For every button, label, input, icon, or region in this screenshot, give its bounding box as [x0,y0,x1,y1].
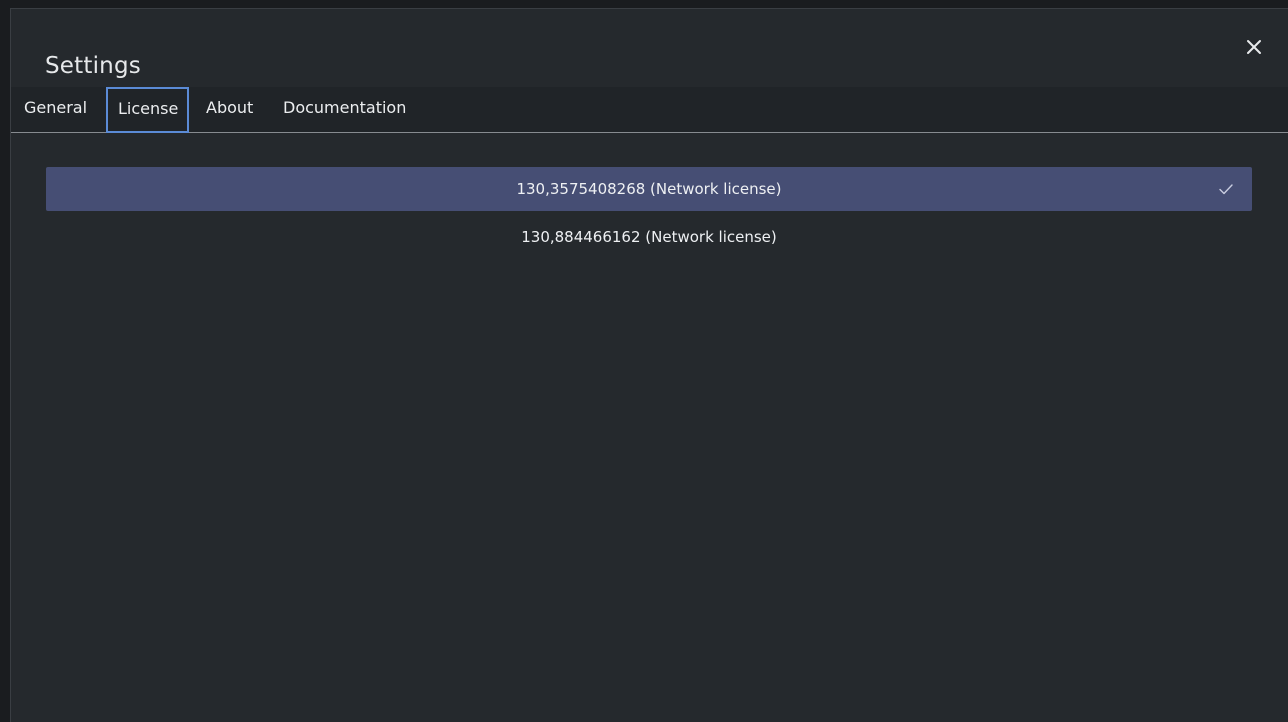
close-icon [1247,40,1261,54]
close-button[interactable] [1242,35,1266,59]
license-item-2[interactable]: 130,884466162 (Network license) [46,215,1252,259]
settings-dialog: Settings General License About Documenta… [10,8,1288,722]
tab-documentation[interactable]: Documentation [274,87,414,133]
license-list: 130,3575408268 (Network license) 130,884… [46,167,1252,263]
license-item-1[interactable]: 130,3575408268 (Network license) [46,167,1252,211]
tab-bar: General License About Documentation [11,87,1288,133]
tab-license[interactable]: License [106,87,190,133]
license-item-label: 130,884466162 (Network license) [521,228,777,246]
tab-general[interactable]: General [14,87,96,133]
dialog-title: Settings [45,53,141,79]
tab-about[interactable]: About [197,87,261,133]
license-item-label: 130,3575408268 (Network license) [516,180,782,198]
check-icon [1219,184,1233,195]
